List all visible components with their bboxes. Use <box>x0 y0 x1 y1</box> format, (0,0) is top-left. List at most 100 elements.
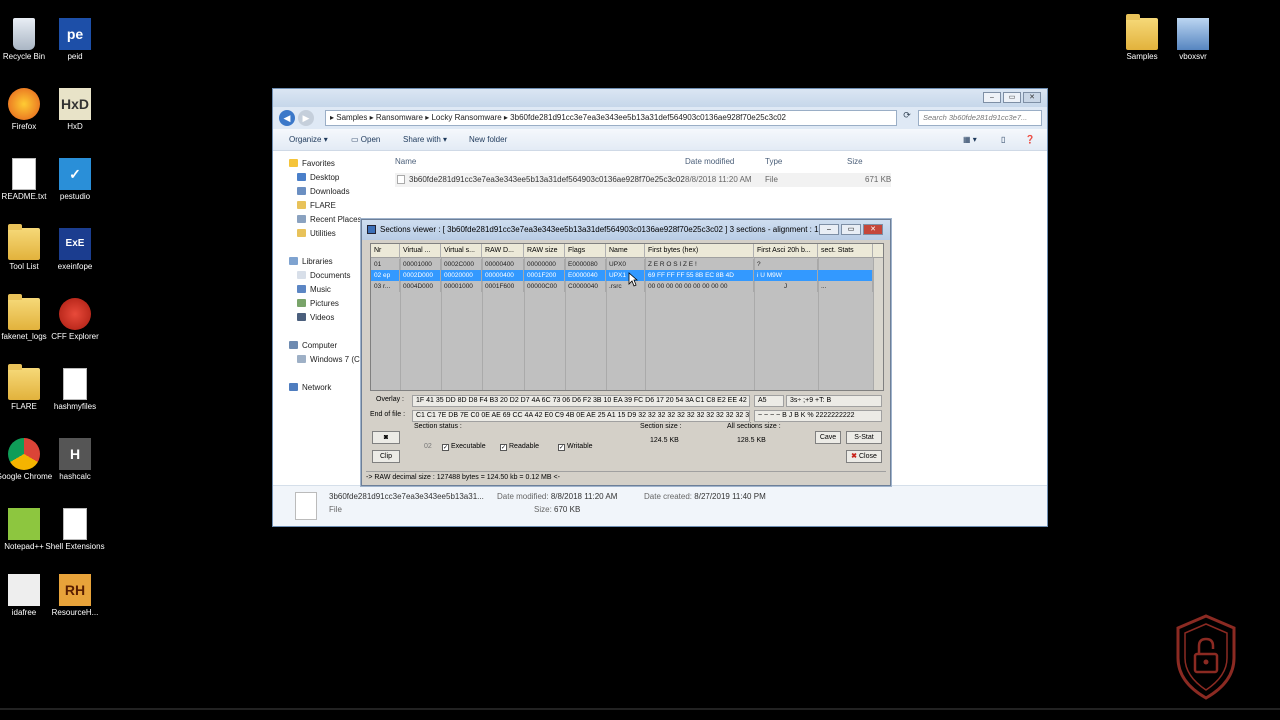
nav-desktop[interactable]: Desktop <box>297 173 339 182</box>
folder-icon <box>1126 14 1158 50</box>
clip-button[interactable]: Clip <box>372 450 400 463</box>
col-header-first-ascii[interactable]: First Asci 20h b... <box>754 244 818 258</box>
maximize-button[interactable]: ▭ <box>1003 92 1021 103</box>
overlay-ascii2-field[interactable]: 3s÷ ;+9 +T: B <box>786 395 882 407</box>
close-x-icon: ✖ <box>851 453 857 460</box>
close-button[interactable]: ✕ <box>1023 92 1041 103</box>
col-header-flags[interactable]: Flags <box>565 244 606 258</box>
help-icon[interactable]: ❓ <box>1025 135 1035 144</box>
sv-minimize-button[interactable]: – <box>819 224 839 235</box>
open-button[interactable]: ▭ Open <box>351 135 380 144</box>
col-header-raw-offset[interactable]: RAW D... <box>482 244 524 258</box>
forward-arrow-icon[interactable]: ▶ <box>298 110 314 126</box>
nav-downloads[interactable]: Downloads <box>297 187 350 196</box>
s-stat-button[interactable]: S-Stat <box>846 431 882 444</box>
column-header-size[interactable]: Size <box>847 157 863 166</box>
breadcrumb-locky[interactable]: Locky Ransomware <box>431 113 501 122</box>
nav-music[interactable]: Music <box>297 285 331 294</box>
cell-flags: C0000040 <box>565 281 606 292</box>
desktop-icon-pestudio[interactable]: ✓ pestudio <box>45 158 105 202</box>
vertical-scrollbar[interactable] <box>873 258 883 390</box>
nav-windows7-drive[interactable]: Windows 7 (C <box>297 355 360 364</box>
desktop-icon-hashcalc[interactable]: H hashcalc <box>45 438 105 482</box>
nav-pictures[interactable]: Pictures <box>297 299 339 308</box>
minimize-button[interactable]: – <box>983 92 1001 103</box>
preview-pane-icon[interactable]: ▯ <box>1001 135 1005 144</box>
address-bar[interactable]: ▸ Samples ▸ Ransomware ▸ Locky Ransomwar… <box>325 110 897 126</box>
table-row[interactable]: 03 r... 0004D000 00001000 0001F600 00000… <box>371 281 873 292</box>
sections-viewer-title: Sections viewer : [ 3b60fde281d91cc3e7ea… <box>380 225 837 234</box>
details-date-modified: Date modified: 8/8/2018 11:20 AM <box>497 492 618 501</box>
cave-button[interactable]: Cave <box>815 431 841 444</box>
col-header-name[interactable]: Name <box>606 244 645 258</box>
view-options-icon[interactable]: ▦ ▾ <box>963 135 977 144</box>
camera-button[interactable]: ◙ <box>372 431 400 444</box>
desktop-icon-peid[interactable]: pe peid <box>45 18 105 62</box>
nav-flare[interactable]: FLARE <box>297 201 336 210</box>
search-input[interactable]: Search 3b60fde281d91cc3e7... <box>918 110 1042 126</box>
shell-extensions-icon <box>63 508 87 540</box>
cell-first-bytes: 69 FF FF FF 55 8B EC 8B 4D <box>645 270 754 281</box>
cell-nr: 03 r... <box>371 281 400 292</box>
nav-documents[interactable]: Documents <box>297 271 350 280</box>
desktop-icon-resource-hacker[interactable]: RH ResourceH... <box>45 574 105 618</box>
overlay-ascii-field[interactable]: A5 <box>754 395 784 407</box>
file-row[interactable]: 3b60fde281d91cc3e7ea3e343ee5b13a31def564… <box>395 173 891 187</box>
new-folder-button[interactable]: New folder <box>469 135 507 144</box>
col-header-first-bytes[interactable]: First bytes (hex) <box>645 244 754 258</box>
eof-ascii-field[interactable]: ~ ~ ~ ~ B J B K % 2222222222 <box>754 410 882 422</box>
details-file-name: 3b60fde281d91cc3e7ea3e343ee5b13a31... <box>329 492 484 501</box>
desktop-icon-exeinfope[interactable]: ExE exeinfope <box>45 228 105 272</box>
cell-raw-size: 0001F200 <box>524 270 565 281</box>
executable-checkbox[interactable]: ✓ Executable <box>442 443 486 451</box>
writable-checkbox[interactable]: ✓ Writable <box>558 443 593 451</box>
nav-utilities[interactable]: Utilities <box>297 229 336 238</box>
column-header-name[interactable]: Name <box>395 157 416 166</box>
overlay-row: Overlay : 1F 41 35 DD 8D D8 F4 B3 20 D2 … <box>370 395 884 407</box>
col-header-virtual-size[interactable]: Virtual s... <box>441 244 482 258</box>
back-arrow-icon[interactable]: ◀ <box>279 110 295 126</box>
overlay-hex-field[interactable]: 1F 41 35 DD 8D D8 F4 B3 20 D2 D7 4A 6C 7… <box>412 395 750 407</box>
desktop-icon-vboxsvr[interactable]: vboxsvr <box>1163 18 1223 62</box>
breadcrumb-ransomware[interactable]: Ransomware <box>376 113 423 122</box>
eof-hex-field[interactable]: C1 C1 7E DB 7E C0 0E AE 69 CC 4A 42 E0 C… <box>412 410 750 422</box>
col-header-raw-size[interactable]: RAW size <box>524 244 565 258</box>
cell-raw-size: 00000000 <box>524 259 565 270</box>
col-header-sect-stats[interactable]: sect. Stats <box>818 244 873 258</box>
desktop-icon-cff-explorer[interactable]: CFF Explorer <box>45 298 105 342</box>
nav-recent-places[interactable]: Recent Places <box>297 215 362 224</box>
sv-maximize-button[interactable]: ▭ <box>841 224 861 235</box>
col-header-virtual-offset[interactable]: Virtual ... <box>400 244 441 258</box>
table-row-selected[interactable]: 02 ep 0002D000 00020000 00000400 0001F20… <box>371 270 873 281</box>
recycle-bin-icon <box>13 18 35 50</box>
breadcrumb-current[interactable]: 3b60fde281d91cc3e7ea3e343ee5b13a31def564… <box>510 113 786 122</box>
exeinfope-icon: ExE <box>59 228 91 260</box>
desktop-icon-hashmyfiles[interactable]: hashmyfiles <box>45 368 105 412</box>
col-header-nr[interactable]: Nr <box>371 244 400 258</box>
nav-network[interactable]: Network <box>289 383 331 392</box>
readable-checkbox[interactable]: ✓ Readable <box>500 443 539 451</box>
share-with-button[interactable]: Share with ▾ <box>403 135 447 144</box>
breadcrumb-samples[interactable]: Samples <box>336 113 367 122</box>
refresh-icon[interactable]: ⟳ <box>900 110 914 126</box>
nav-videos[interactable]: Videos <box>297 313 334 322</box>
nav-favorites[interactable]: Favorites <box>289 159 335 168</box>
sv-close-button[interactable]: ✕ <box>863 224 883 235</box>
organize-button[interactable]: Organize ▾ <box>289 135 328 144</box>
network-icon <box>289 383 298 391</box>
cell-sect-stats: ... <box>818 281 873 292</box>
table-row[interactable]: 01 00001000 0002C000 00000400 00000000 E… <box>371 259 873 270</box>
close-dialog-button[interactable]: ✖ Close <box>846 450 882 463</box>
explorer-titlebar: – ▭ ✕ <box>273 89 1047 107</box>
column-header-type[interactable]: Type <box>765 157 782 166</box>
cell-virtual-size: 00020000 <box>441 270 482 281</box>
desktop-icon-hxd[interactable]: HxD HxD <box>45 88 105 132</box>
cell-name: UPX1 <box>606 270 645 281</box>
file-list: Name Date modified Type Size 3b60fde281d… <box>391 151 1041 211</box>
desktop-icon-shell-extensions[interactable]: Shell Extensions <box>45 508 105 552</box>
all-sections-size-label: All sections size : <box>727 423 781 430</box>
nav-libraries[interactable]: Libraries <box>289 257 333 266</box>
nav-computer[interactable]: Computer <box>289 341 337 350</box>
column-header-date[interactable]: Date modified <box>685 157 734 166</box>
cell-virtual-size: 00001000 <box>441 281 482 292</box>
